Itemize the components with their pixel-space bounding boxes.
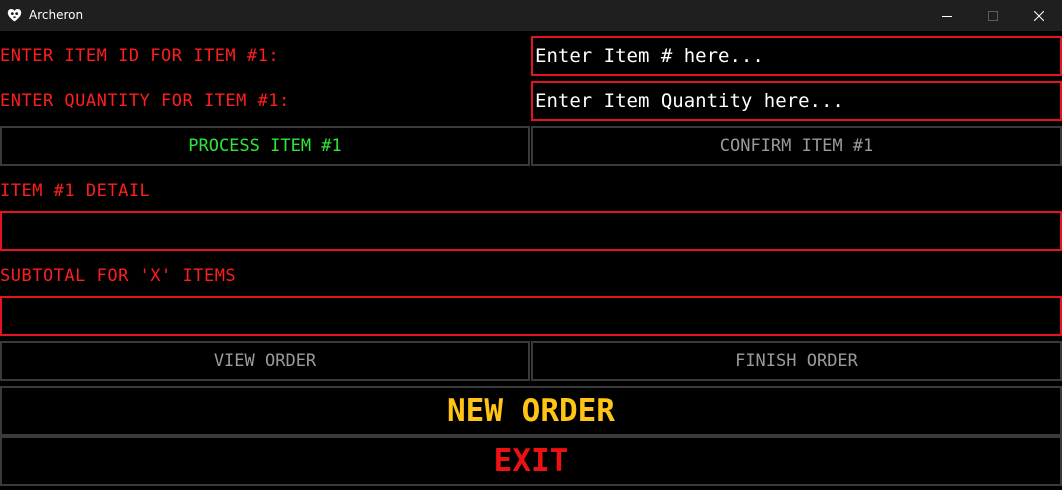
view-order-button[interactable]: VIEW ORDER: [0, 341, 530, 381]
app-window: Archeron ENTER ITEM ID FOR ITEM #1: ENTE…: [0, 0, 1062, 490]
quantity-label: ENTER QUANTITY FOR ITEM #1:: [0, 91, 290, 111]
exit-button[interactable]: EXIT: [0, 436, 1062, 486]
minimize-icon: [942, 15, 952, 17]
maximize-icon: [988, 10, 998, 21]
quantity-input[interactable]: [531, 81, 1062, 121]
item-id-input[interactable]: [531, 36, 1062, 76]
item-id-label: ENTER ITEM ID FOR ITEM #1:: [0, 46, 280, 66]
subtotal-field: [0, 296, 1062, 336]
title-bar: Archeron: [0, 0, 1062, 31]
maximize-button[interactable]: [970, 0, 1016, 31]
minimize-button[interactable]: [924, 0, 970, 31]
close-button[interactable]: [1016, 0, 1062, 31]
window-title: Archeron: [29, 8, 84, 22]
close-icon: [1034, 10, 1044, 21]
finish-order-button[interactable]: FINISH ORDER: [531, 341, 1062, 381]
confirm-item-button[interactable]: CONFIRM ITEM #1: [531, 126, 1062, 166]
new-order-button[interactable]: NEW ORDER: [0, 386, 1062, 436]
app-icon: [7, 8, 22, 23]
item-detail-field: [0, 211, 1062, 251]
process-item-button[interactable]: PROCESS ITEM #1: [0, 126, 530, 166]
subtotal-label: SUBTOTAL FOR 'X' ITEMS: [0, 266, 237, 286]
item-detail-label: ITEM #1 DETAIL: [0, 181, 151, 201]
